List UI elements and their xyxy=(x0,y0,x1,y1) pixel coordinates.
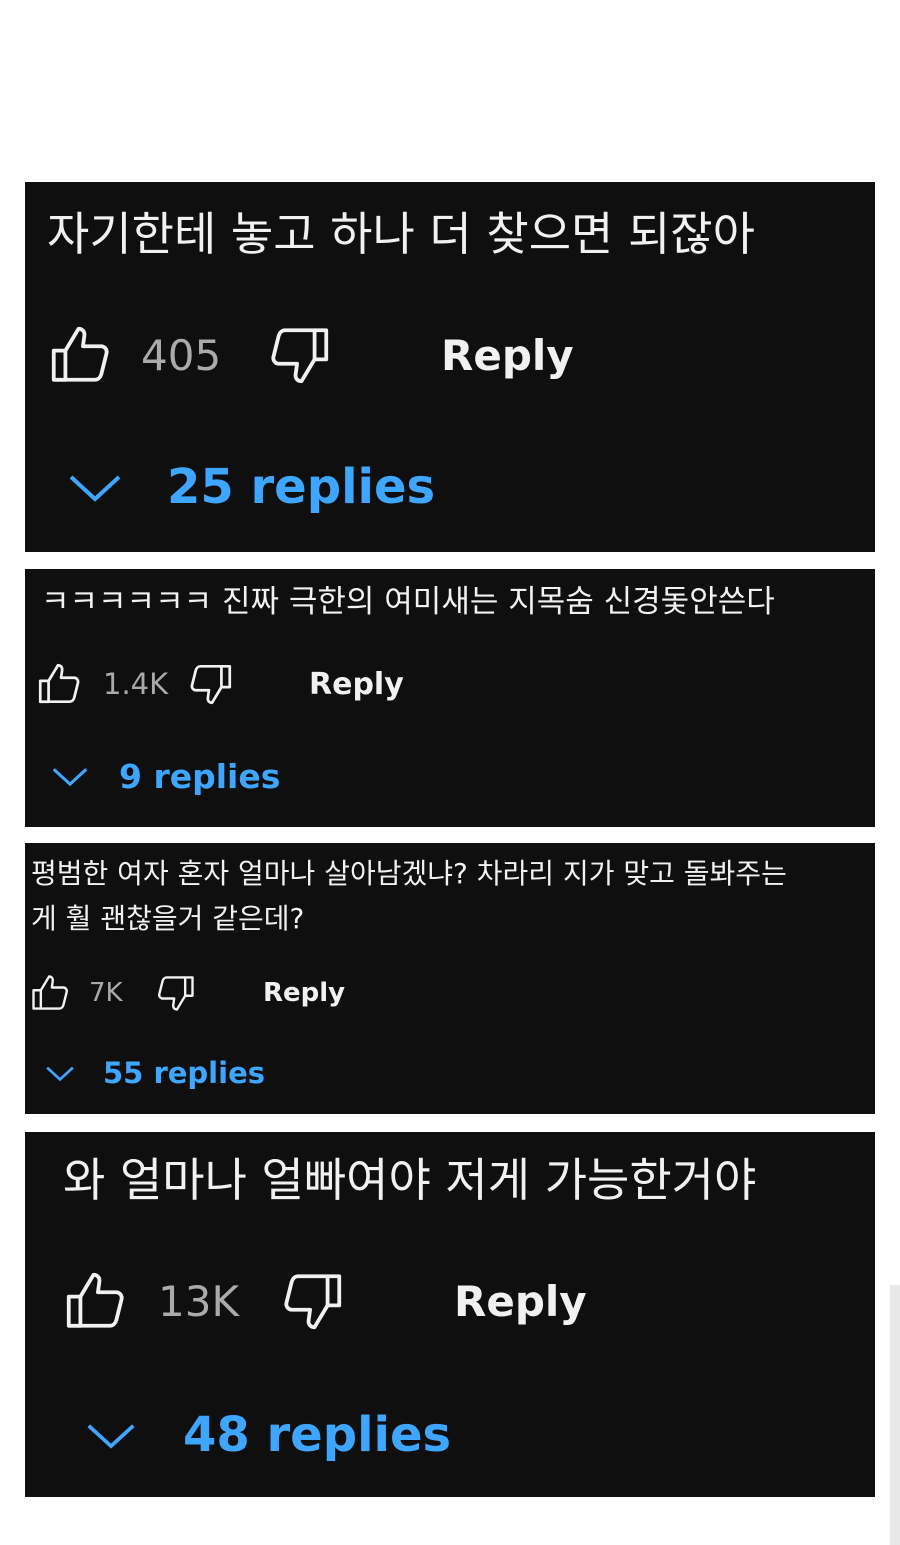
comment-card: ㅋㅋㅋㅋㅋㅋ 진짜 극한의 여미새는 지목숨 신경돛안쓴다 1.4K Reply… xyxy=(25,569,875,827)
like-count: 7K xyxy=(89,978,123,1008)
comment-card: 와 얼마나 얼빠여야 저게 가능한거야 13K Reply 48 replies xyxy=(25,1132,875,1497)
thumbs-up-icon[interactable] xyxy=(58,1266,132,1336)
replies-count-label: 48 replies xyxy=(183,1407,452,1463)
scrollbar[interactable] xyxy=(890,1285,900,1545)
reply-button[interactable]: Reply xyxy=(454,1277,587,1326)
view-replies-button[interactable]: 48 replies xyxy=(85,1400,451,1470)
like-count: 13K xyxy=(158,1276,239,1326)
chevron-down-icon xyxy=(67,467,123,507)
comment-actions: 13K Reply xyxy=(58,1266,587,1336)
comment-text: ㅋㅋㅋㅋㅋㅋ 진짜 극한의 여미새는 지목숨 신경돛안쓴다 xyxy=(41,584,775,620)
thumbs-down-icon[interactable] xyxy=(153,971,199,1015)
like-count: 405 xyxy=(141,330,222,380)
comment-text: 와 얼마나 얼빠여야 저게 가능한거야 xyxy=(63,1153,757,1207)
thumbs-down-icon[interactable] xyxy=(276,1266,350,1336)
chevron-down-icon xyxy=(51,762,89,790)
comment-actions: 7K Reply xyxy=(27,971,345,1015)
comment-card: 자기한테 놓고 하나 더 찾으면 되잖아 405 Reply 25 replie… xyxy=(25,182,875,552)
comment-card: 평범한 여자 혼자 얼마나 살아남겠냐? 차라리 지가 맞고 돌봐주는 게 훨 … xyxy=(25,843,875,1114)
like-count: 1.4K xyxy=(103,667,169,701)
thumbs-down-icon[interactable] xyxy=(263,320,337,390)
thumbs-up-icon[interactable] xyxy=(43,320,117,390)
thumbs-up-icon[interactable] xyxy=(33,659,85,709)
reply-button[interactable]: Reply xyxy=(441,331,574,380)
view-replies-button[interactable]: 55 replies xyxy=(45,1053,265,1093)
comment-text: 자기한테 놓고 하나 더 찾으면 되잖아 xyxy=(47,207,755,261)
view-replies-button[interactable]: 25 replies xyxy=(67,452,435,522)
replies-count-label: 55 replies xyxy=(103,1056,265,1090)
comment-text: 평범한 여자 혼자 얼마나 살아남겠냐? 차라리 지가 맞고 돌봐주는 게 훨 … xyxy=(31,857,787,935)
reply-button[interactable]: Reply xyxy=(263,978,345,1008)
thumbs-up-icon[interactable] xyxy=(27,971,73,1015)
chevron-down-icon xyxy=(45,1062,75,1084)
view-replies-button[interactable]: 9 replies xyxy=(51,753,280,799)
chevron-down-icon xyxy=(85,1416,137,1454)
replies-count-label: 9 replies xyxy=(119,756,281,796)
comment-actions: 1.4K Reply xyxy=(33,659,404,709)
reply-button[interactable]: Reply xyxy=(309,667,404,702)
thumbs-down-icon[interactable] xyxy=(185,659,237,709)
comment-actions: 405 Reply xyxy=(43,320,574,390)
replies-count-label: 25 replies xyxy=(167,459,436,515)
